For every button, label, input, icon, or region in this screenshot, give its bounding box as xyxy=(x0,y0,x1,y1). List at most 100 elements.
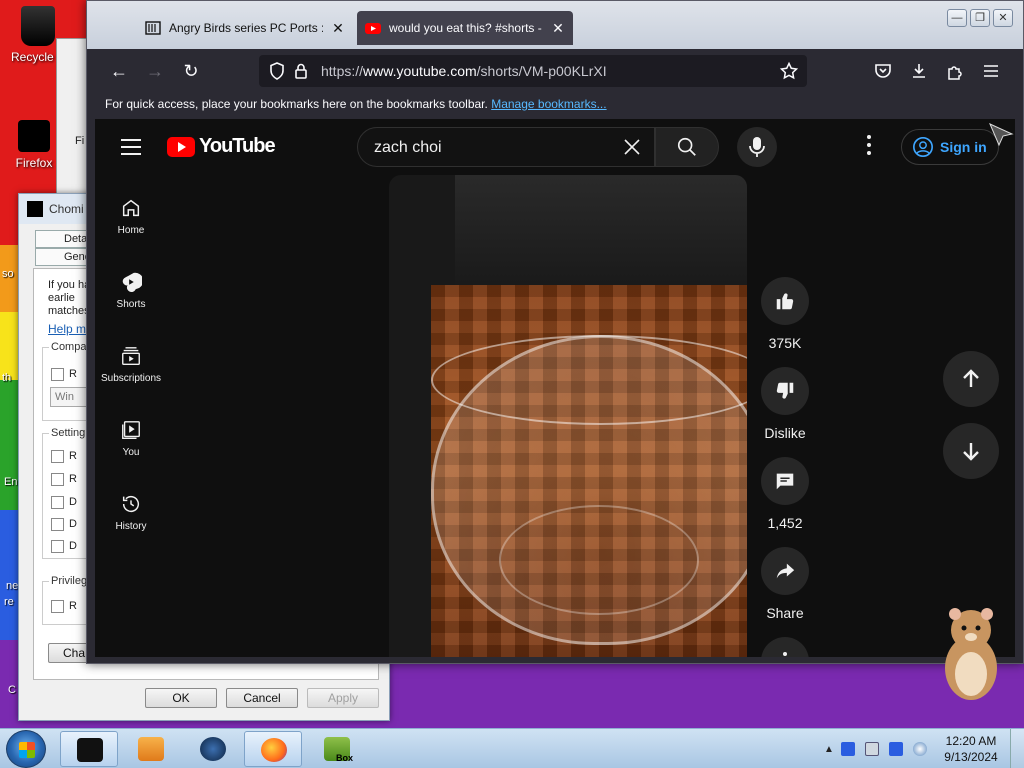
taskbar-app-chomik[interactable] xyxy=(60,731,118,767)
settings-checkbox[interactable] xyxy=(51,450,64,463)
compat-checkbox[interactable] xyxy=(51,368,64,381)
comment-icon xyxy=(776,473,794,490)
app-window-icon xyxy=(77,738,103,762)
desktop-text-fragment: so xyxy=(2,268,14,280)
show-hidden-icons[interactable]: ▲ xyxy=(822,744,836,755)
url-prefix: https:// xyxy=(321,63,364,79)
taskbar-app-globe[interactable] xyxy=(184,731,242,767)
url-path: /shorts/VM-p00KLrXI xyxy=(476,63,607,79)
dislike-button[interactable] xyxy=(761,367,809,415)
bookmark-star-icon[interactable] xyxy=(779,61,799,81)
taskbar-app-media[interactable] xyxy=(122,731,180,767)
minimize-button[interactable]: — xyxy=(947,9,967,27)
search-button[interactable] xyxy=(655,127,719,167)
bookmarks-hint: For quick access, place your bookmarks h… xyxy=(105,97,488,111)
tab-angry-birds[interactable]: Angry Birds series PC Ports : Ro ✕ xyxy=(137,11,353,45)
app-menu-icon[interactable] xyxy=(981,61,1001,81)
taskbar-app-box[interactable]: Box xyxy=(308,731,366,767)
guide-menu-icon[interactable] xyxy=(121,139,141,160)
tab-strip: Angry Birds series PC Ports : Ro ✕ would… xyxy=(137,11,573,45)
tray-app-icon[interactable] xyxy=(889,742,903,756)
compat-mode-combo[interactable]: Win xyxy=(50,387,90,407)
url-bar[interactable]: https://www.youtube.com/shorts/VM-p00KLr… xyxy=(259,55,807,87)
extensions-icon[interactable] xyxy=(945,61,965,81)
arrow-up-icon xyxy=(963,369,979,387)
taskbar-app-firefox[interactable] xyxy=(244,731,302,767)
close-tab-icon[interactable]: ✕ xyxy=(551,20,565,37)
video-background xyxy=(455,175,747,285)
desktop-text-fragment: ne xyxy=(6,580,19,592)
cancel-button[interactable]: Cancel xyxy=(226,688,298,708)
more-action xyxy=(759,637,811,657)
privilege-checkbox[interactable] xyxy=(51,600,64,613)
lock-icon[interactable] xyxy=(291,61,311,81)
subscriptions-icon xyxy=(122,347,140,365)
guide-label: Subscriptions xyxy=(100,373,162,384)
history-icon xyxy=(122,496,140,513)
youtube-header: YouTube zach choi Sign in xyxy=(95,119,1015,175)
close-tab-icon[interactable]: ✕ xyxy=(331,20,345,37)
youtube-play-icon xyxy=(167,136,195,157)
thumbs-up-icon xyxy=(776,293,794,310)
tray-app-icon[interactable] xyxy=(841,742,855,756)
guide-item-home[interactable]: Home xyxy=(95,183,167,257)
more-button[interactable] xyxy=(761,637,809,657)
share-label: Share xyxy=(766,605,804,621)
close-window-button[interactable]: ✕ xyxy=(993,9,1013,27)
manage-bookmarks-link[interactable]: Manage bookmarks... xyxy=(491,97,606,111)
youtube-logo[interactable]: YouTube xyxy=(167,135,276,158)
media-player-icon xyxy=(138,737,164,761)
help-link[interactable]: Help m xyxy=(48,322,86,336)
downloads-icon[interactable] xyxy=(909,61,929,81)
forward-icon[interactable]: → xyxy=(141,59,169,83)
firefox-window[interactable]: Angry Birds series PC Ports : Ro ✕ would… xyxy=(86,0,1024,664)
start-button[interactable] xyxy=(6,730,46,768)
maximize-button[interactable]: ❐ xyxy=(970,9,990,27)
url-text: https://www.youtube.com/shorts/VM-p00KLr… xyxy=(321,63,607,79)
ok-button[interactable]: OK xyxy=(145,688,217,708)
settings-checkbox[interactable] xyxy=(51,518,64,531)
settings-checkbox-label: R xyxy=(69,450,77,462)
volume-icon[interactable] xyxy=(913,742,927,756)
settings-more-icon[interactable] xyxy=(865,135,873,159)
shorts-actions: 375K Dislike 1,452 Share xyxy=(759,277,811,657)
guide-label: History xyxy=(115,521,147,532)
back-icon[interactable]: ← xyxy=(105,59,133,83)
show-desktop-button[interactable] xyxy=(1010,729,1024,768)
settings-checkbox[interactable] xyxy=(51,473,64,486)
guide-item-you[interactable]: You xyxy=(95,405,167,479)
tab-youtube-short[interactable]: would you eat this? #shorts - Y ✕ xyxy=(357,11,573,45)
search-input[interactable]: zach choi xyxy=(357,127,655,167)
guide-item-history[interactable]: History xyxy=(95,479,167,553)
pocket-icon[interactable] xyxy=(873,61,893,81)
settings-checkbox[interactable] xyxy=(51,540,64,553)
share-icon xyxy=(776,563,795,579)
settings-group-label: Setting xyxy=(49,427,88,439)
previous-short-button[interactable] xyxy=(943,351,999,407)
app-icon xyxy=(27,201,43,217)
clock-time: 12:20 AM xyxy=(945,734,997,748)
next-short-button[interactable] xyxy=(943,423,999,479)
sign-in-label: Sign in xyxy=(940,139,987,155)
clock[interactable]: 12:20 AM 9/13/2024 xyxy=(932,733,1010,765)
globe-icon xyxy=(200,737,226,761)
shorts-video-player[interactable] xyxy=(389,175,747,657)
guide-item-subscriptions[interactable]: Subscriptions xyxy=(95,331,167,405)
settings-checkbox[interactable] xyxy=(51,496,64,509)
voice-search-button[interactable] xyxy=(737,127,777,167)
apply-button[interactable]: Apply xyxy=(307,688,379,708)
network-icon[interactable] xyxy=(865,742,879,756)
shield-icon[interactable] xyxy=(267,61,287,81)
guide-item-shorts[interactable]: Shorts xyxy=(95,257,167,331)
clock-date: 9/13/2024 xyxy=(944,750,998,764)
bookmarks-toolbar: For quick access, place your bookmarks h… xyxy=(95,93,1015,117)
mouse-cursor-icon xyxy=(989,123,1014,147)
like-button[interactable] xyxy=(761,277,809,325)
archive-icon xyxy=(145,21,161,35)
account-icon xyxy=(913,137,933,157)
clear-search-icon[interactable] xyxy=(620,135,644,159)
reload-icon[interactable]: ↻ xyxy=(177,59,205,83)
share-button[interactable] xyxy=(761,547,809,595)
sign-in-button[interactable]: Sign in xyxy=(901,129,999,165)
comments-button[interactable] xyxy=(761,457,809,505)
